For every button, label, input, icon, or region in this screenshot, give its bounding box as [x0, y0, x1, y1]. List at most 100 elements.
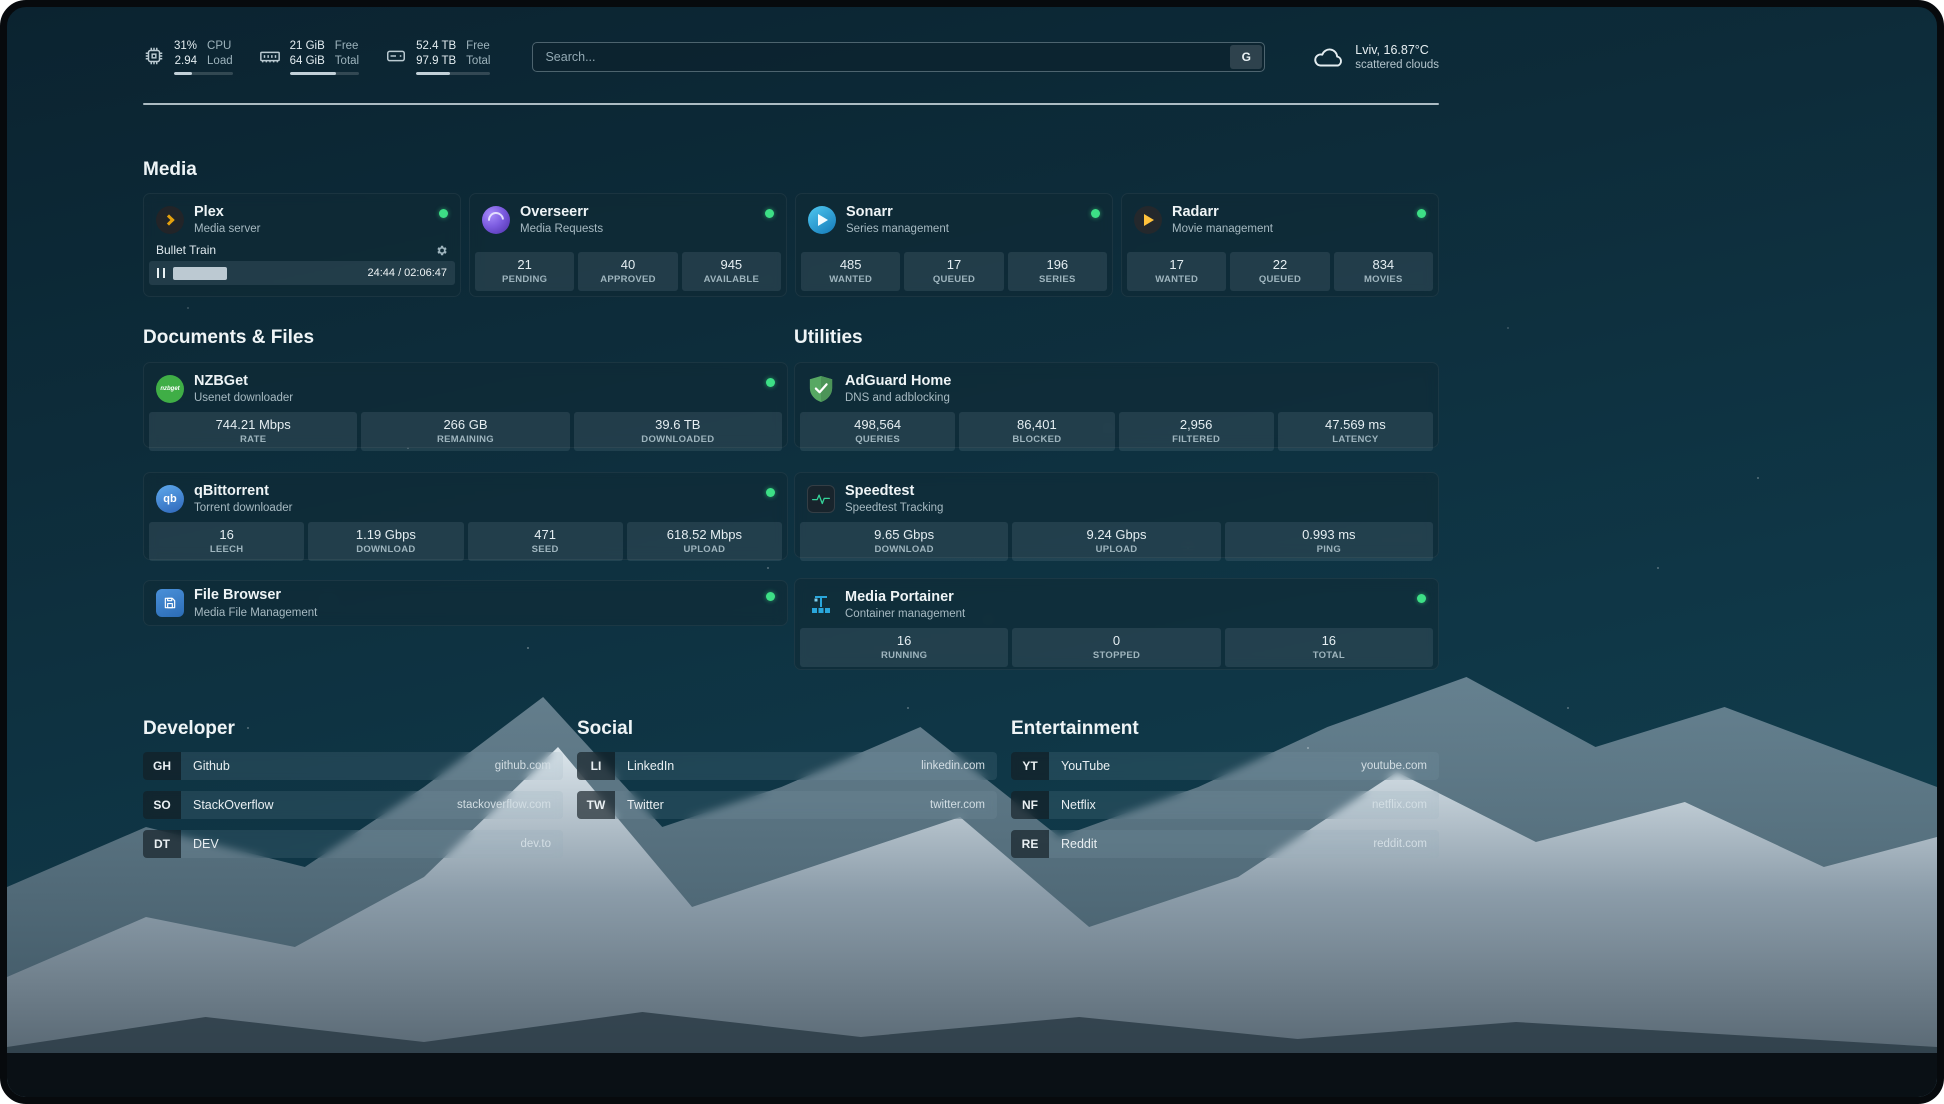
stat-box: 266 GBREMAINING [361, 412, 569, 451]
dashboard-window: 31% CPU 2.94 Load 21 GiB [0, 0, 1944, 1104]
memory-progress-bar [290, 72, 359, 75]
resource-widgets: 31% CPU 2.94 Load 21 GiB [143, 39, 490, 75]
stat-box: 16RUNNING [800, 628, 1008, 667]
cpu-load: 2.94 [174, 54, 197, 69]
stat-box: 16LEECH [149, 522, 304, 561]
disk-free: 52.4 TB [416, 39, 456, 54]
portainer-card[interactable]: Media Portainer Container management 16R… [794, 578, 1439, 670]
plex-card[interactable]: Plex Media server Bullet Train 24:44 / 0… [143, 193, 461, 297]
cpu-widget: 31% CPU 2.94 Load [143, 39, 233, 75]
bookmark-twitter[interactable]: TW Twitter twitter.com [577, 791, 997, 819]
service-subtitle: Usenet downloader [194, 392, 293, 404]
bookmark-name: StackOverflow [193, 798, 274, 812]
section-title-developer: Developer [143, 718, 563, 740]
bookmark-abbr: RE [1011, 830, 1049, 858]
stat-box: 485WANTED [801, 252, 900, 291]
pause-icon[interactable] [157, 268, 165, 278]
overseerr-icon [482, 206, 510, 234]
memory-icon [259, 45, 281, 67]
stat-box: 618.52 MbpsUPLOAD [627, 522, 782, 561]
status-indicator [439, 209, 448, 218]
status-indicator [1417, 594, 1426, 603]
radarr-card[interactable]: Radarr Movie management 17WANTED 22QUEUE… [1121, 193, 1439, 297]
stat-box: 498,564QUERIES [800, 412, 955, 451]
stat-box: 1.19 GbpsDOWNLOAD [308, 522, 463, 561]
stat-box: 834MOVIES [1334, 252, 1433, 291]
section-title-media: Media [143, 159, 1439, 181]
memory-widget: 21 GiB Free 64 GiB Total [259, 39, 359, 75]
bookmark-abbr: YT [1011, 752, 1049, 780]
sonarr-icon [808, 206, 836, 234]
search-provider-button[interactable]: G [1230, 45, 1262, 69]
service-name: Media Portainer [845, 589, 965, 606]
bookmark-abbr: LI [577, 752, 615, 780]
stat-box: 9.24 GbpsUPLOAD [1012, 522, 1220, 561]
stat-box: 17QUEUED [904, 252, 1003, 291]
bookmark-url: linkedin.com [921, 760, 985, 772]
stat-box: 945AVAILABLE [682, 252, 781, 291]
gear-icon[interactable] [435, 244, 448, 257]
status-indicator [766, 592, 775, 601]
portainer-icon [807, 591, 835, 619]
bookmark-url: youtube.com [1361, 760, 1427, 772]
top-bar: 31% CPU 2.94 Load 21 GiB [143, 35, 1439, 79]
disk-total: 97.9 TB [416, 54, 456, 69]
bookmark-name: Reddit [1061, 837, 1097, 851]
disk-free-label: Free [466, 39, 490, 54]
speedtest-icon [807, 485, 835, 513]
bookmark-netflix[interactable]: NF Netflix netflix.com [1011, 791, 1439, 819]
bookmark-name: DEV [193, 837, 219, 851]
bookmark-group-social: Social LI LinkedIn linkedin.com TW Twitt… [577, 718, 997, 869]
bookmark-name: Twitter [627, 798, 664, 812]
stat-box: 16TOTAL [1225, 628, 1433, 667]
overseerr-card[interactable]: Overseerr Media Requests 21PENDING 40APP… [469, 193, 787, 297]
filebrowser-card[interactable]: File Browser Media File Management [143, 580, 788, 626]
stat-box: 471SEED [468, 522, 623, 561]
service-name: Overseerr [520, 204, 603, 221]
nzbget-card[interactable]: nzbget NZBGet Usenet downloader 744.21 M… [143, 362, 788, 448]
stat-box: 86,401BLOCKED [959, 412, 1114, 451]
service-subtitle: Series management [846, 223, 949, 235]
playback-time: 24:44 / 02:06:47 [367, 267, 447, 279]
stat-box: 9.65 GbpsDOWNLOAD [800, 522, 1008, 561]
service-name: Sonarr [846, 204, 949, 221]
cpu-label: CPU [207, 39, 233, 54]
adguard-icon [807, 375, 835, 403]
cpu-percent: 31% [174, 39, 197, 54]
bookmark-name: YouTube [1061, 759, 1110, 773]
bookmark-linkedin[interactable]: LI LinkedIn linkedin.com [577, 752, 997, 780]
cpu-progress-bar [174, 72, 233, 75]
disk-icon [385, 45, 407, 67]
service-subtitle: Container management [845, 608, 965, 620]
bookmark-abbr: DT [143, 830, 181, 858]
bookmark-url: stackoverflow.com [457, 799, 551, 811]
service-subtitle: DNS and adblocking [845, 392, 951, 404]
sonarr-card[interactable]: Sonarr Series management 485WANTED 17QUE… [795, 193, 1113, 297]
bookmark-url: github.com [495, 760, 551, 772]
bookmark-youtube[interactable]: YT YouTube youtube.com [1011, 752, 1439, 780]
stat-box: 21PENDING [475, 252, 574, 291]
stat-box: 196SERIES [1008, 252, 1107, 291]
speedtest-card[interactable]: Speedtest Speedtest Tracking 9.65 GbpsDO… [794, 472, 1439, 558]
service-name: File Browser [194, 587, 317, 604]
stat-box: 40APPROVED [578, 252, 677, 291]
bookmark-stackoverflow[interactable]: SO StackOverflow stackoverflow.com [143, 791, 563, 819]
service-subtitle: Speedtest Tracking [845, 502, 943, 514]
search-bar: G [532, 42, 1265, 72]
bookmark-reddit[interactable]: RE Reddit reddit.com [1011, 830, 1439, 858]
bookmark-abbr: SO [143, 791, 181, 819]
disk-widget: 52.4 TB Free 97.9 TB Total [385, 39, 490, 75]
playback-progress [173, 267, 227, 280]
bookmark-dev[interactable]: DT DEV dev.to [143, 830, 563, 858]
section-title-utilities: Utilities [794, 327, 1439, 349]
bookmark-github[interactable]: GH Github github.com [143, 752, 563, 780]
qbittorrent-card[interactable]: qb qBittorrent Torrent downloader 16LEEC… [143, 472, 788, 560]
service-subtitle: Media Requests [520, 223, 603, 235]
section-title-entertainment: Entertainment [1011, 718, 1439, 740]
service-subtitle: Torrent downloader [194, 502, 292, 514]
bookmark-name: LinkedIn [627, 759, 674, 773]
bookmark-name: Github [193, 759, 230, 773]
media-card-row: Plex Media server Bullet Train 24:44 / 0… [143, 193, 1439, 297]
search-input[interactable] [532, 42, 1265, 72]
adguard-card[interactable]: AdGuard Home DNS and adblocking 498,564Q… [794, 362, 1439, 448]
